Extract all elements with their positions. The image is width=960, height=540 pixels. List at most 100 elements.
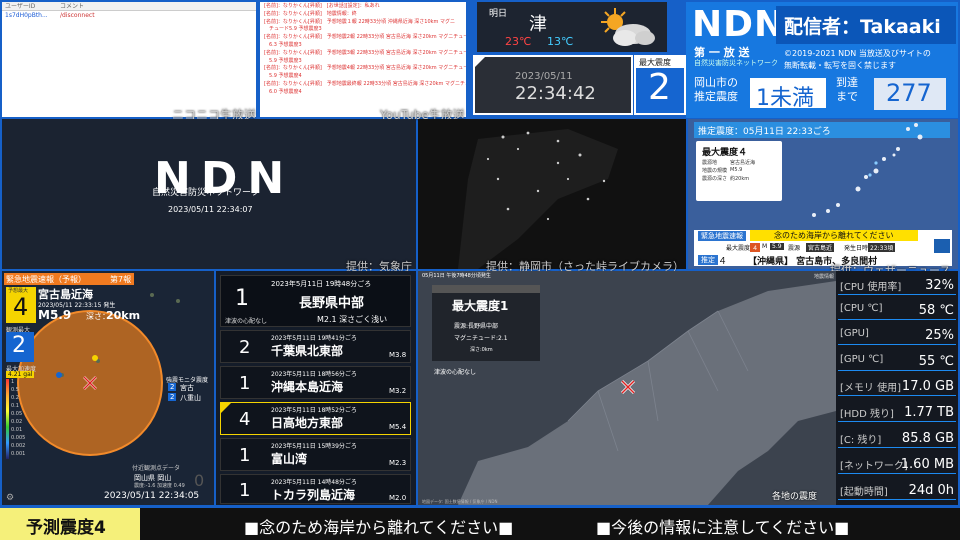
max-intensity-value: 2 <box>648 67 671 108</box>
quake-mag: M3.2 <box>389 387 407 395</box>
eew-time: 2023/05/11 22:34:05 <box>104 491 200 501</box>
alert-est-label: 推定 <box>698 255 718 265</box>
comment-user: 1s7dH0pBth... <box>5 12 48 19</box>
eew-magnitude: M5.9 <box>38 308 72 322</box>
list-item[interactable]: 2023年5月11日 14時48分ごろ 1 トカラ列島近海 M2.0 <box>220 474 411 504</box>
mag-value: M5.9 <box>730 167 743 173</box>
niconico-comment-panel: ユーザーID コメント 1s7dH0pBth... /disconnect <box>2 2 256 117</box>
stat-value: 32% <box>925 278 954 293</box>
stat-label: [起動時間] <box>840 487 888 498</box>
stat-label: [C: 残り] <box>840 435 882 446</box>
center-max: 最大震度1 <box>452 299 509 313</box>
list-item[interactable]: 2023年5月11日 15時39分ごろ 1 富山湾 M2.3 <box>220 438 411 471</box>
center-topline: 05月11日 午後7時48分頃発生 <box>422 273 491 279</box>
src-value: 宮古島近海 <box>730 160 756 166</box>
quake-name: 千葉県北東部 <box>271 344 344 358</box>
monitor-name: 八重山 <box>180 394 201 402</box>
ticker-message-2: ■今後の情報に注意してください■ <box>596 518 850 537</box>
arrival-countdown: 277 <box>886 79 932 107</box>
yt-line: [名前]：なりかくん[昇順] 予想地震3報 22時33分頃 宮古島近海 深さ20… <box>264 49 466 56</box>
stat-label: [CPU ℃] <box>840 303 883 314</box>
yt-line: [名前]：なりかくん[昇順] 予想地震4報 22時33分頃 宮古島近海 深さ20… <box>264 65 466 72</box>
stat-value: 1.77 TB <box>904 405 954 420</box>
alert-time-value: 22:33頃 <box>868 243 896 252</box>
youtube-comment-panel: [名前]：なりかくん[昇順] [お世話][設定]：私あれ [名前]：なりかくん[… <box>260 2 466 117</box>
stat-row: [GPU] 25% <box>838 325 956 345</box>
quake-intensity: 2 <box>239 337 251 358</box>
alert-max-label: 最大震度 <box>726 245 751 252</box>
list-item[interactable]: 2023年5月11日 18時52分ごろ 4 日高地方東部 M5.4 <box>220 402 411 435</box>
near-station-value: 0 <box>194 471 205 490</box>
quake-name: 長野県中部 <box>299 296 365 311</box>
weathernews-logo-icon <box>934 239 950 253</box>
yt-line: [名前]：なりかくん[昇順] 予想地震最終報 22時33分頃 宮古島近海 深さ2… <box>264 80 466 87</box>
live-camera-panel: 提供：静岡市（さった峠ライブカメラ） <box>418 119 686 273</box>
depth-label: 震源の深さ <box>702 176 728 182</box>
yt-line: [名前]：なりかくん[昇順] 地震情報：終 <box>264 10 357 17</box>
stat-value: 1.60 MB <box>900 457 954 472</box>
center-src: 震源:長野県中部 <box>454 323 499 330</box>
quake-name: 富山湾 <box>271 452 308 466</box>
center-legend: 各地の震度 <box>772 492 818 502</box>
center-depth: 深さ:0km <box>470 347 493 353</box>
stat-row: [GPU ℃] 55 ℃ <box>838 351 956 371</box>
islands-map <box>812 123 923 217</box>
max-accel-value: 4.21 gal <box>6 371 35 378</box>
center-footer: 地図データ: 国土数値情報 / 気象庁 / NDN <box>422 499 498 504</box>
stat-row: [C: 残り] 85.8 GB <box>838 428 956 448</box>
sun-cloud-icon <box>601 8 655 46</box>
weather-high: 23℃ <box>505 35 532 48</box>
stat-row: [起動時間] 24d 0h <box>838 480 956 500</box>
quake-time: 2023年5月11日 14時48分ごろ <box>271 479 357 486</box>
copyright-1: ©2019-2021 NDN 当放送及びサイトの <box>784 49 931 58</box>
eew-map-panel: 緊急地震速報（予報） 第7報 予想最大 4 宮古島近海 2023/05/11 2… <box>2 271 214 505</box>
quake-name: トカラ列島近海 <box>271 488 356 502</box>
eew-intensity-value: 4 <box>13 293 29 321</box>
column-user-id: ユーザーID <box>5 3 36 10</box>
quake-tsunami: 津波の心配なし <box>225 318 268 325</box>
clock-panel: 2023/05/11 22:34:42 <box>473 55 633 115</box>
center-mag: マグニチュード:2.1 <box>454 335 508 342</box>
scale-tick: 0.05 <box>11 411 23 417</box>
weather-city: 津 <box>529 14 547 35</box>
list-item[interactable]: 2023年5月11日 18時56分ごろ 1 沖縄本島近海 M3.2 <box>220 366 411 399</box>
stat-value: 55 ℃ <box>918 354 954 369</box>
ndn-logo: NDN <box>692 4 786 45</box>
system-stats-panel: [CPU 使用率] 32% [CPU ℃] 58 ℃ [GPU] 25% [GPU ℃… <box>836 271 958 505</box>
scale-tick: 1 <box>11 379 15 385</box>
stat-row: [CPU 使用率] 32% <box>838 275 956 295</box>
alert-text: 念のため海岸から離れてください <box>750 230 918 241</box>
stat-label: [HDD 残り] <box>840 409 894 420</box>
settings-icon[interactable]: ⚙ <box>6 493 14 503</box>
alert-time-label: 発生日時 <box>844 245 869 252</box>
quake-intensity: 1 <box>235 286 249 311</box>
alert-est-value: ４ <box>718 257 728 267</box>
bottom-ticker: 予測震度4 ■念のため海岸から離れてください■ ■今後の情報に注意してください■ <box>0 508 960 540</box>
clock-date: 2023/05/11 <box>515 71 573 82</box>
eew-depth-value: 20km <box>106 309 141 322</box>
org-name: 自然災害防災ネットワーク <box>694 59 778 67</box>
alert-m-value: 5.9 <box>770 243 784 250</box>
eew-count: 第7報 <box>110 275 132 284</box>
panel-ndn-subtitle: 自然災害防災ネットワーク <box>152 188 261 198</box>
estimate-max: 最大震度４ <box>702 148 748 158</box>
yt-line: [名前]：なりかくん[昇順] [お世話][設定]：私あれ <box>264 3 380 9</box>
scale-tick: 0.1 <box>11 403 19 409</box>
ticker-message-1: ■念のため海岸から離れてください■ <box>244 518 514 537</box>
center-corner: 地震情報 <box>814 274 835 280</box>
stat-row: [メモリ 使用] 17.0 GB <box>838 376 956 396</box>
alert-max-value: ４ <box>750 243 761 252</box>
arrival-label-2: まで <box>836 90 858 103</box>
monitor-value: 2 <box>168 393 177 401</box>
stat-value: 25% <box>925 328 954 343</box>
list-item[interactable]: 2023年5月11日 19時41分ごろ 2 千葉県北東部 M3.8 <box>220 330 411 363</box>
stat-label: [GPU] <box>840 328 869 339</box>
scale-tick: 0.01 <box>11 427 23 433</box>
list-item[interactable]: 2023年5月11日 19時48分ごろ 1 長野県中部 津波の心配なし M2.1… <box>220 275 411 327</box>
comment-row[interactable]: 1s7dH0pBth... /disconnect <box>2 11 256 21</box>
weather-day: 明日 <box>489 9 508 19</box>
stat-label: [メモリ 使用] <box>840 383 901 394</box>
monitor-value: 2 <box>168 383 177 391</box>
city-intensity-value: 1未満 <box>756 86 814 111</box>
center-tsunami: 津波の心配なし <box>434 369 477 376</box>
